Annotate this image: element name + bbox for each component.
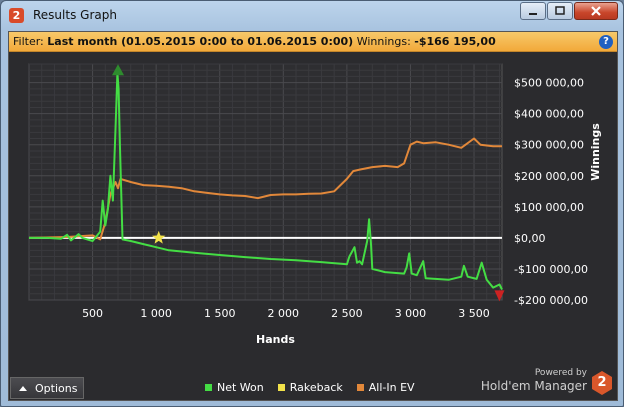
- window-title: Results Graph: [33, 8, 117, 22]
- legend: Net Won Rakeback All-In EV: [205, 381, 415, 394]
- x-tick-label: 1 500: [204, 307, 236, 320]
- y-tick-label: -$100 000,00: [514, 263, 588, 276]
- y-tick-label: $200 000,00: [514, 170, 584, 183]
- x-axis-title: Hands: [256, 333, 295, 346]
- title-bar[interactable]: 2 Results Graph: [1, 1, 623, 31]
- y-tick-label: $100 000,00: [514, 201, 584, 214]
- maximize-icon: [555, 6, 565, 15]
- y-tick-label: $0,00: [514, 232, 546, 245]
- results-graph-window: 2 Results Graph Filter: Last month (01.0…: [0, 0, 624, 407]
- y-tick-label: $500 000,00: [514, 77, 584, 90]
- legend-item-net-won[interactable]: Net Won: [205, 381, 264, 394]
- graph-panel: Filter: Last month (01.05.2015 0:00 to 0…: [8, 31, 618, 401]
- x-tick-label: 500: [82, 307, 103, 320]
- legend-label: Net Won: [217, 381, 264, 394]
- results-chart: $500 000,00 $400 000,00 $300 000,00 $200 00…: [28, 63, 602, 346]
- legend-label: Rakeback: [289, 381, 343, 394]
- powered-by-text: Powered by: [534, 368, 587, 378]
- options-button[interactable]: Options: [10, 377, 84, 399]
- product-name: Hold'em Manager: [480, 379, 587, 393]
- caret-up-icon: [19, 386, 27, 391]
- y-tick-label: $300 000,00: [514, 139, 584, 152]
- x-tick-label: 2 000: [268, 307, 300, 320]
- legend-swatch: [277, 384, 285, 391]
- app-icon: 2: [9, 8, 24, 23]
- x-tick-label: 2 500: [331, 307, 363, 320]
- y-tick-label: $400 000,00: [514, 108, 584, 121]
- y-axis-title: Winnings: [589, 123, 602, 181]
- legend-item-all-in-ev[interactable]: All-In EV: [356, 381, 415, 394]
- legend-swatch: [205, 384, 212, 391]
- maximize-button[interactable]: [547, 2, 573, 20]
- hm-logo-icon: 2: [592, 371, 612, 395]
- powered-by: Powered by Hold'em Manager: [481, 368, 587, 393]
- x-tick-label: 3 000: [395, 307, 427, 320]
- minimize-button[interactable]: [520, 2, 546, 20]
- close-button[interactable]: [574, 2, 618, 20]
- close-icon: [591, 6, 601, 16]
- minimize-icon: [529, 13, 537, 15]
- x-tick-label: 3 500: [458, 307, 490, 320]
- legend-item-rakeback[interactable]: Rakeback: [277, 381, 343, 394]
- legend-label: All-In EV: [368, 381, 415, 394]
- x-tick-label: 1 000: [140, 307, 172, 320]
- window-controls: [520, 2, 618, 20]
- legend-swatch: [356, 384, 364, 391]
- options-label: Options: [35, 381, 78, 395]
- y-tick-label: -$200 000,00: [514, 294, 588, 307]
